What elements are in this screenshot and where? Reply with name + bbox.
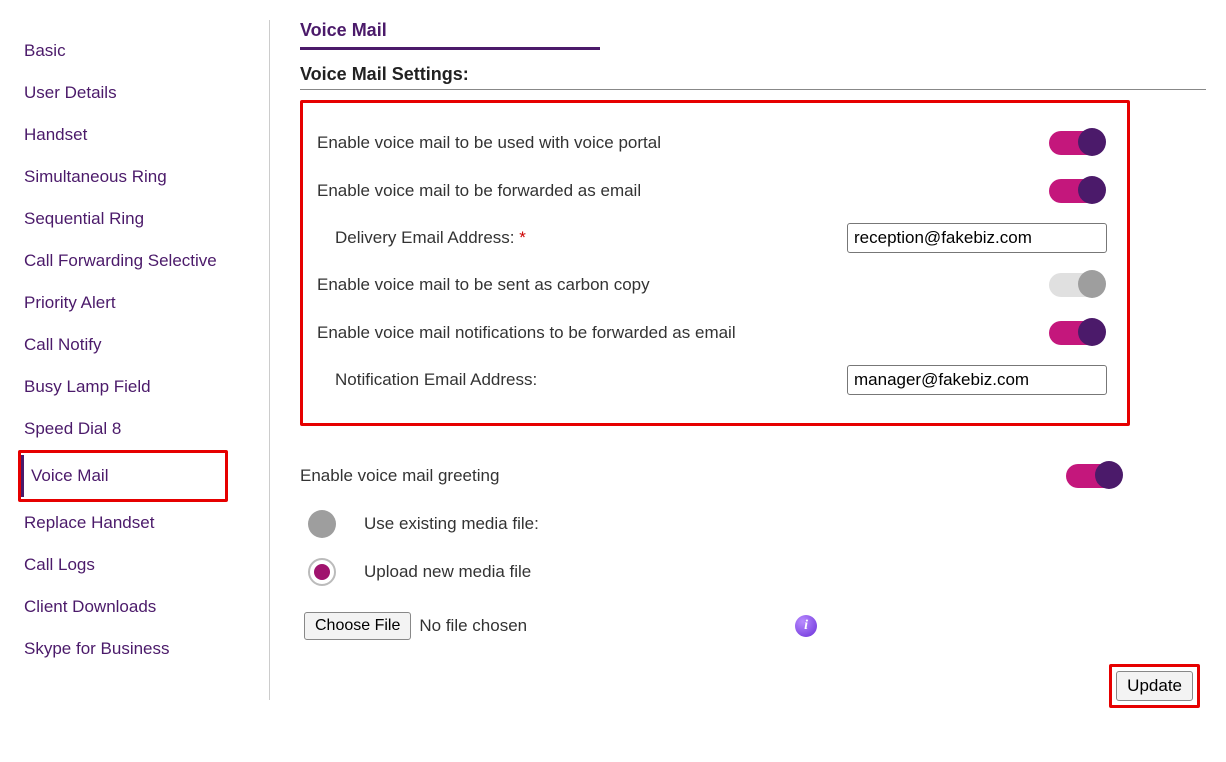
enable-greeting-toggle[interactable] [1066,464,1120,488]
delivery-email-label: Delivery Email Address: * [335,228,675,248]
main-content: Voice Mail Voice Mail Settings: Enable v… [270,20,1206,708]
greeting-block: Enable voice mail greeting Use existing … [300,452,1130,640]
sidebar-item-call-logs[interactable]: Call Logs [20,544,269,586]
enable-forward-email-toggle[interactable] [1049,179,1103,203]
info-icon[interactable]: i [795,615,817,637]
delivery-email-label-text: Delivery Email Address: [335,228,515,247]
use-existing-radio[interactable] [308,510,336,538]
sidebar-item-voice-mail[interactable]: Voice Mail [21,455,225,497]
notification-email-input[interactable] [847,365,1107,395]
sidebar-item-call-notify[interactable]: Call Notify [20,324,269,366]
sidebar-item-sequential-ring[interactable]: Sequential Ring [20,198,269,240]
voice-mail-settings-box: Enable voice mail to be used with voice … [300,100,1130,426]
file-chosen-status: No file chosen [419,616,527,636]
enable-voice-portal-toggle[interactable] [1049,131,1103,155]
sidebar: Basic User Details Handset Simultaneous … [20,20,270,700]
sidebar-item-replace-handset[interactable]: Replace Handset [20,502,269,544]
update-highlight: Update [1109,664,1200,708]
sidebar-item-priority-alert[interactable]: Priority Alert [20,282,269,324]
enable-carbon-copy-toggle[interactable] [1049,273,1103,297]
use-existing-label: Use existing media file: [364,514,539,534]
sidebar-item-speed-dial-8[interactable]: Speed Dial 8 [20,408,269,450]
sidebar-item-user-details[interactable]: User Details [20,72,269,114]
section-heading: Voice Mail Settings: [300,64,1206,90]
sidebar-item-simultaneous-ring[interactable]: Simultaneous Ring [20,156,269,198]
required-mark: * [519,228,526,247]
enable-greeting-label: Enable voice mail greeting [300,466,1066,486]
enable-notifications-label: Enable voice mail notifications to be fo… [317,323,1049,343]
sidebar-item-busy-lamp-field[interactable]: Busy Lamp Field [20,366,269,408]
delivery-email-input[interactable] [847,223,1107,253]
sidebar-item-skype-for-business[interactable]: Skype for Business [20,628,269,670]
enable-voice-portal-label: Enable voice mail to be used with voice … [317,133,1049,153]
update-button[interactable]: Update [1116,671,1193,701]
sidebar-item-handset[interactable]: Handset [20,114,269,156]
sidebar-item-client-downloads[interactable]: Client Downloads [20,586,269,628]
page-title: Voice Mail [300,20,600,50]
notification-email-label: Notification Email Address: [335,370,675,390]
choose-file-button[interactable]: Choose File [304,612,411,640]
enable-forward-email-label: Enable voice mail to be forwarded as ema… [317,181,1049,201]
sidebar-highlight: Voice Mail [18,450,228,502]
upload-new-label: Upload new media file [364,562,531,582]
sidebar-item-basic[interactable]: Basic [20,30,269,72]
sidebar-item-call-forwarding-selective[interactable]: Call Forwarding Selective [20,240,269,282]
enable-carbon-copy-label: Enable voice mail to be sent as carbon c… [317,275,1049,295]
upload-new-radio[interactable] [308,558,336,586]
enable-notifications-toggle[interactable] [1049,321,1103,345]
